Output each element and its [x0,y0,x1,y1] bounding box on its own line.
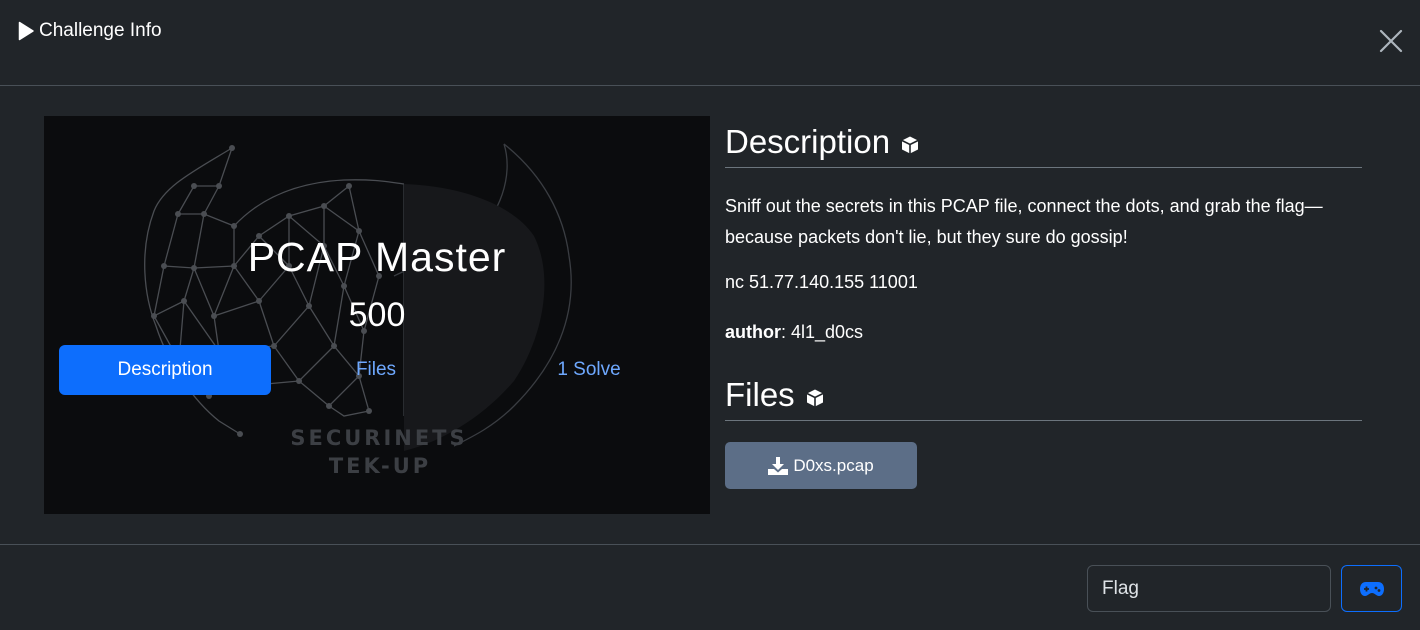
logo-text-line1: SECURINETS [290,426,468,450]
description-heading-text: Description [725,122,891,160]
tab-files[interactable]: Files [276,345,476,395]
flag-input[interactable] [1087,565,1331,612]
modal-title: Challenge Info [18,19,162,43]
challenge-value: 500 [348,296,406,334]
cube-icon [901,136,919,153]
download-icon [768,456,789,475]
submit-flag-button[interactable] [1341,565,1402,612]
play-icon [18,21,34,41]
logo-text-line2: TEK-UP [328,454,432,478]
tab-solves[interactable]: 1 Solve [489,345,689,395]
connection-info: nc 51.77.140.155 11001 [725,272,918,292]
modal-header: Challenge Info [0,0,1420,86]
description-text: Sniff out the secrets in this PCAP file,… [725,196,1323,247]
file-name: D0xs.pcap [793,455,874,475]
tab-description[interactable]: Description [59,345,271,395]
files-heading: Files [725,369,1362,421]
author-label: author [725,322,781,342]
file-download-button[interactable]: D0xs.pcap [725,442,917,489]
close-icon[interactable] [1378,28,1404,54]
gamepad-icon [1359,581,1384,596]
modal-title-text: Challenge Info [39,20,162,41]
challenge-banner: PCAP Master 500 Description Files 1 Solv… [44,116,710,514]
challenge-name: PCAP Master [247,234,507,280]
author-value: : 4l1_d0cs [781,322,864,342]
cube-icon [806,389,824,406]
description-heading: Description [725,116,1362,168]
author-line: author: 4l1_d0cs [725,322,863,343]
files-heading-text: Files [725,375,795,413]
